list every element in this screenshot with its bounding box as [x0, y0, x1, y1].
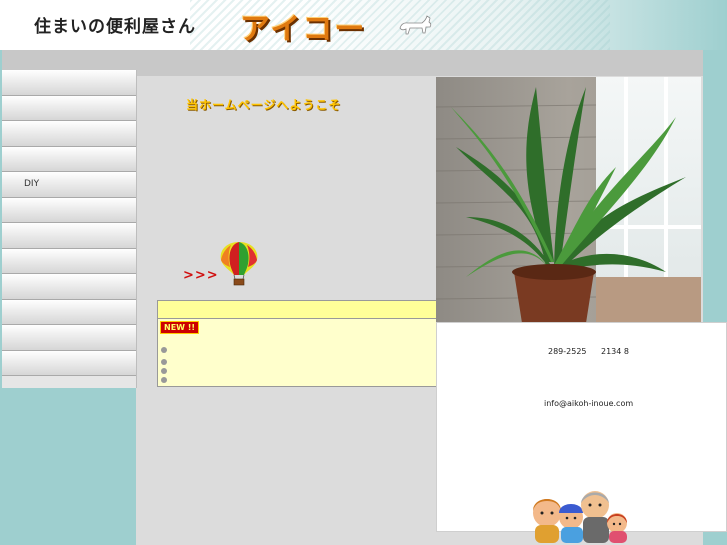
arrow-indicator: >>> — [183, 268, 219, 283]
new-badge: NEW !! — [160, 321, 200, 334]
news-box: NEW !! — [157, 300, 438, 387]
sidebar-item-2[interactable] — [2, 95, 136, 121]
sidebar-item-diy[interactable]: DIY — [2, 172, 136, 198]
sidebar-item-7[interactable] — [2, 223, 136, 249]
news-bullet-icon — [161, 359, 167, 365]
lower-left-background — [0, 388, 136, 545]
sidebar-item-11[interactable] — [2, 325, 136, 351]
company-logo[interactable]: アイコー — [240, 4, 367, 48]
phone-number: 289-2525 — [548, 347, 587, 356]
news-bullet-icon — [161, 347, 167, 353]
news-bullet-icon — [161, 368, 167, 374]
sidebar-item-4[interactable] — [2, 146, 136, 172]
dog-icon — [399, 15, 432, 35]
fax-number: 2134 8 — [601, 347, 629, 356]
email-link[interactable]: info@aikoh-inoue.com — [544, 399, 633, 408]
family-illustration — [533, 491, 627, 543]
sidebar-item-10[interactable] — [2, 299, 136, 325]
hot-air-balloon-icon[interactable] — [217, 240, 261, 286]
sidebar-item-8[interactable] — [2, 248, 136, 274]
sidebar-item-12[interactable] — [2, 350, 136, 376]
sidebar-item-6[interactable] — [2, 197, 136, 223]
plant-photo — [436, 77, 701, 323]
site-title: 住まいの便利屋さん — [34, 17, 196, 37]
sidebar-nav: DIY — [2, 70, 137, 388]
sidebar-item-9[interactable] — [2, 274, 136, 300]
contact-card: 289-2525 2134 8 info@aikoh-inoue.com — [436, 322, 727, 543]
sidebar-item-1[interactable] — [2, 70, 136, 96]
sidebar-item-3[interactable] — [2, 121, 136, 147]
news-bullet-icon — [161, 377, 167, 383]
welcome-heading: 当ホームページへようこそ — [186, 98, 342, 112]
news-header — [158, 301, 437, 319]
site-header: 住まいの便利屋さん アイコー — [0, 0, 727, 50]
